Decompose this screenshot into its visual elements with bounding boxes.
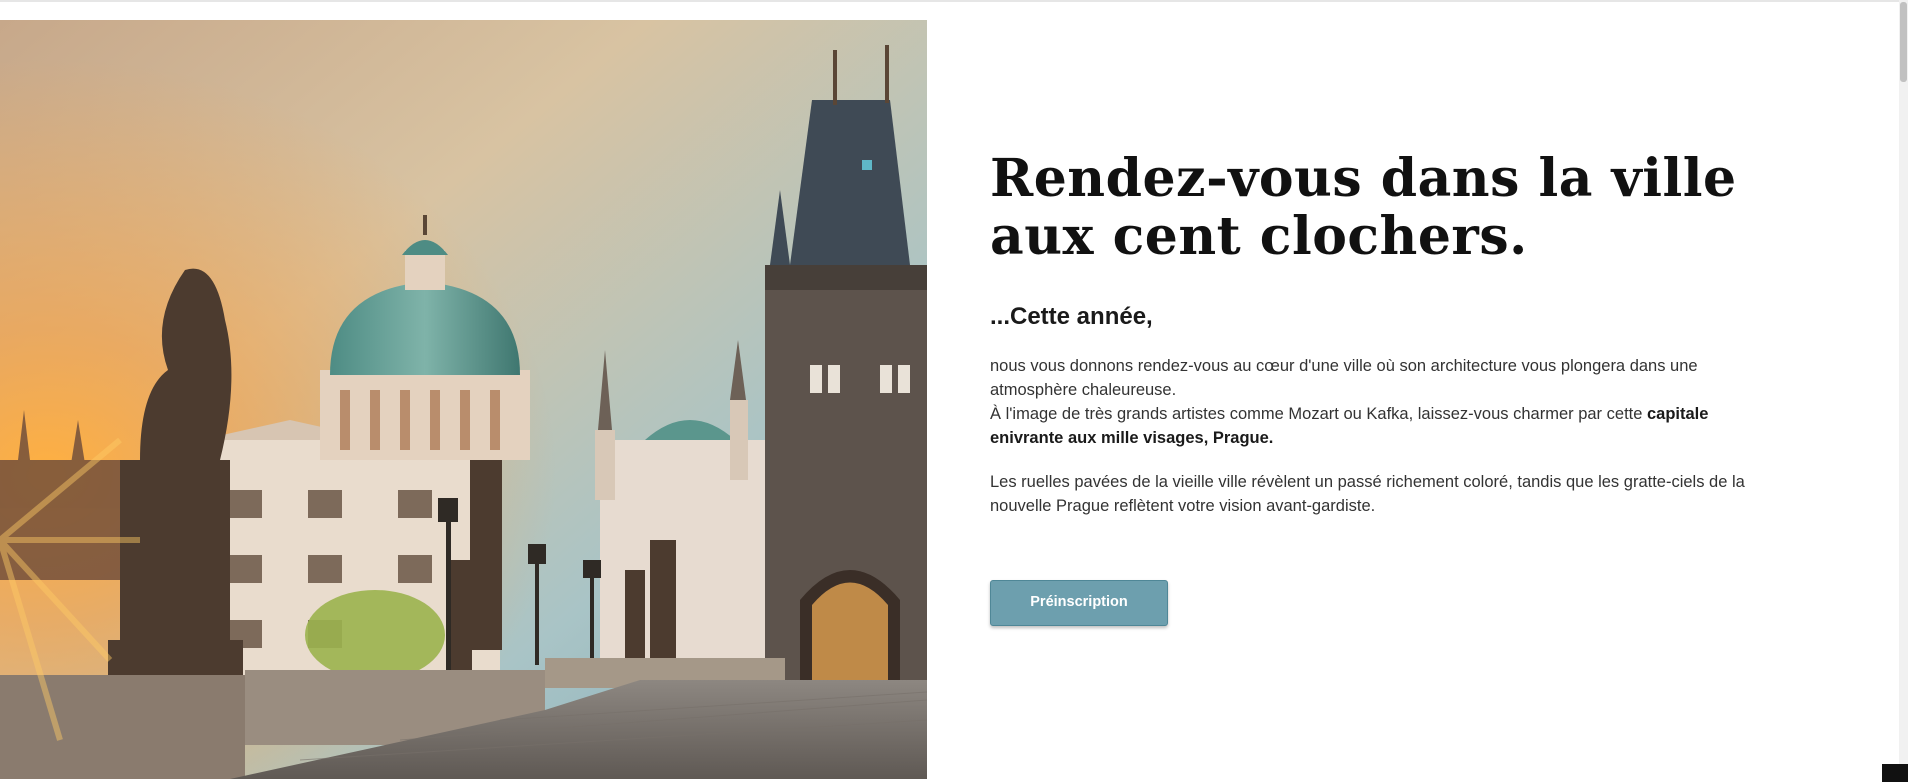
intro-section: Rendez-vous dans la ville aux cent cloch… (990, 150, 1780, 626)
corner-mark (1882, 764, 1908, 782)
detail-paragraph: Les ruelles pavées de la vieille ville r… (990, 473, 1745, 515)
preinscription-button[interactable]: Préinscription (990, 580, 1168, 626)
scrollbar-thumb-icon[interactable] (1900, 2, 1907, 82)
intro-text-2: À l'image de très grands artistes comme … (990, 405, 1647, 423)
top-divider (0, 0, 1908, 2)
page-scrollbar[interactable] (1899, 0, 1908, 782)
prague-illustration (0, 20, 927, 779)
page: Rendez-vous dans la ville aux cent cloch… (0, 0, 1908, 782)
intro-paragraph: nous vous donnons rendez-vous au cœur d'… (990, 354, 1780, 450)
page-title: Rendez-vous dans la ville aux cent cloch… (990, 148, 1737, 267)
section-subtitle: ...Cette année, (990, 303, 1153, 330)
hero-image (0, 20, 927, 779)
intro-text-1: nous vous donnons rendez-vous au cœur d'… (990, 357, 1698, 399)
